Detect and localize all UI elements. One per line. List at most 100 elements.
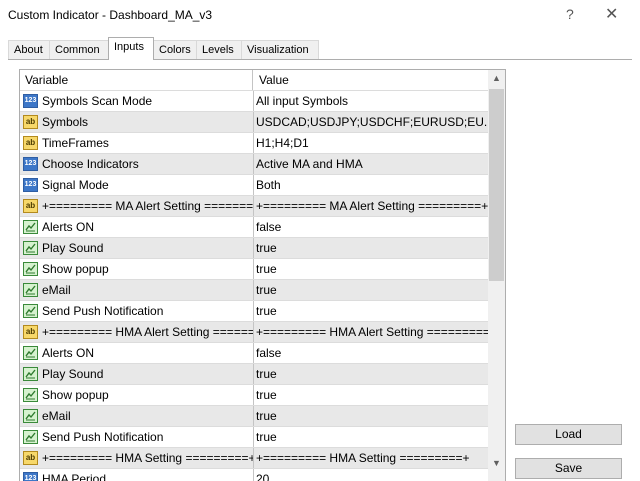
value-cell[interactable]: H1;H4;D1 xyxy=(254,133,488,154)
table-row[interactable]: Alerts ON false xyxy=(20,343,488,364)
table-row[interactable]: Alerts ON false xyxy=(20,217,488,238)
numeric-icon: 123 xyxy=(23,178,38,192)
value-cell[interactable]: +========= HMA Alert Setting =========+ xyxy=(254,322,488,343)
tab-about[interactable]: About xyxy=(8,40,50,59)
save-button[interactable]: Save xyxy=(515,458,622,479)
numeric-icon: 123 xyxy=(23,94,38,108)
variable-cell: Send Push Notification xyxy=(20,301,254,322)
variable-cell: ab +========= HMA Alert Setting ======... xyxy=(20,322,254,343)
variable-cell: ab +========= MA Alert Setting =======... xyxy=(20,196,254,217)
variable-label: Choose Indicators xyxy=(42,157,139,171)
variable-cell: 123 Symbols Scan Mode xyxy=(20,91,254,112)
table-row[interactable]: 123 HMA Period 20 xyxy=(20,469,488,481)
variable-label: Play Sound xyxy=(42,367,104,381)
table-row[interactable]: Send Push Notification true xyxy=(20,301,488,322)
variable-label: +========= HMA Setting =========+ xyxy=(42,451,254,465)
table-row[interactable]: Show popup true xyxy=(20,385,488,406)
header-variable[interactable]: Variable xyxy=(20,70,253,91)
variable-label: Alerts ON xyxy=(42,346,95,360)
table-row[interactable]: eMail true xyxy=(20,406,488,427)
tab-inputs[interactable]: Inputs xyxy=(108,37,154,60)
value-cell[interactable]: All input Symbols xyxy=(254,91,488,112)
tab-common[interactable]: Common xyxy=(49,40,109,59)
variable-label: Play Sound xyxy=(42,241,104,255)
scroll-down-icon[interactable]: ▼ xyxy=(488,455,505,472)
variable-label: Send Push Notification xyxy=(42,304,164,318)
variable-cell: Send Push Notification xyxy=(20,427,254,448)
table-row[interactable]: 123 Symbols Scan Mode All input Symbols xyxy=(20,91,488,112)
value-cell[interactable]: true xyxy=(254,259,488,280)
variable-cell: eMail xyxy=(20,406,254,427)
string-icon: ab xyxy=(23,115,38,129)
table-row[interactable]: eMail true xyxy=(20,280,488,301)
value-cell[interactable]: Active MA and HMA xyxy=(254,154,488,175)
value-cell[interactable]: true xyxy=(254,385,488,406)
variable-label: eMail xyxy=(42,409,71,423)
variable-label: Symbols xyxy=(42,115,89,129)
bool-icon xyxy=(23,346,38,360)
scroll-up-icon[interactable]: ▲ xyxy=(488,70,505,87)
variable-label: Alerts ON xyxy=(42,220,95,234)
value-cell[interactable]: true xyxy=(254,406,488,427)
table-row[interactable]: Play Sound true xyxy=(20,364,488,385)
string-icon: ab xyxy=(23,325,38,339)
table-row[interactable]: ab +========= MA Alert Setting =======...… xyxy=(20,196,488,217)
bool-icon xyxy=(23,262,38,276)
variable-cell: 123 Choose Indicators xyxy=(20,154,254,175)
tab-visualization[interactable]: Visualization xyxy=(241,40,319,59)
header-value[interactable]: Value xyxy=(254,70,488,91)
grid-header: Variable Value xyxy=(20,70,488,91)
table-row[interactable]: 123 Signal Mode Both xyxy=(20,175,488,196)
value-cell[interactable]: USDCAD;USDJPY;USDCHF;EURUSD;EU... xyxy=(254,112,488,133)
value-cell[interactable]: 20 xyxy=(254,469,488,481)
value-cell[interactable]: false xyxy=(254,343,488,364)
variable-cell: 123 HMA Period xyxy=(20,469,254,481)
string-icon: ab xyxy=(23,451,38,465)
variable-cell: Play Sound xyxy=(20,364,254,385)
table-row[interactable]: ab Symbols USDCAD;USDJPY;USDCHF;EURUSD;EU.… xyxy=(20,112,488,133)
variable-label: Show popup xyxy=(42,388,109,402)
bool-icon xyxy=(23,283,38,297)
variable-label: +========= HMA Alert Setting ======... xyxy=(42,325,254,339)
table-row[interactable]: 123 Choose Indicators Active MA and HMA xyxy=(20,154,488,175)
value-cell[interactable]: true xyxy=(254,427,488,448)
variable-cell: Alerts ON xyxy=(20,343,254,364)
variable-label: Send Push Notification xyxy=(42,430,164,444)
vertical-scrollbar[interactable]: ▲ ▼ xyxy=(488,70,505,481)
load-button[interactable]: Load xyxy=(515,424,622,445)
variable-label: HMA Period xyxy=(42,472,107,481)
variable-cell: Show popup xyxy=(20,385,254,406)
tab-colors[interactable]: Colors xyxy=(153,40,197,59)
numeric-icon: 123 xyxy=(23,157,38,171)
table-row[interactable]: ab +========= HMA Alert Setting ======...… xyxy=(20,322,488,343)
value-cell[interactable]: +========= MA Alert Setting =========+ xyxy=(254,196,488,217)
value-cell[interactable]: true xyxy=(254,280,488,301)
value-cell[interactable]: false xyxy=(254,217,488,238)
value-cell[interactable]: true xyxy=(254,301,488,322)
bool-icon xyxy=(23,409,38,423)
variable-cell: eMail xyxy=(20,280,254,301)
variable-label: +========= MA Alert Setting =======... xyxy=(42,199,254,213)
variable-cell: ab TimeFrames xyxy=(20,133,254,154)
value-cell[interactable]: Both xyxy=(254,175,488,196)
inputs-grid: Variable Value 123 Symbols Scan Mode All i… xyxy=(19,69,506,481)
help-button[interactable]: ? xyxy=(566,6,574,22)
tab-levels[interactable]: Levels xyxy=(196,40,242,59)
table-row[interactable]: Show popup true xyxy=(20,259,488,280)
value-cell[interactable]: +========= HMA Setting =========+ xyxy=(254,448,488,469)
table-row[interactable]: Play Sound true xyxy=(20,238,488,259)
value-cell[interactable]: true xyxy=(254,364,488,385)
variable-label: Signal Mode xyxy=(42,178,109,192)
table-row[interactable]: Send Push Notification true xyxy=(20,427,488,448)
table-row[interactable]: ab TimeFrames H1;H4;D1 xyxy=(20,133,488,154)
variable-cell: Play Sound xyxy=(20,238,254,259)
bool-icon xyxy=(23,388,38,402)
variable-cell: ab +========= HMA Setting =========+ xyxy=(20,448,254,469)
string-icon: ab xyxy=(23,136,38,150)
close-button[interactable]: ✕ xyxy=(605,4,618,24)
table-row[interactable]: ab +========= HMA Setting =========+ +====… xyxy=(20,448,488,469)
variable-label: TimeFrames xyxy=(42,136,109,150)
value-cell[interactable]: true xyxy=(254,238,488,259)
scroll-thumb[interactable] xyxy=(489,89,504,281)
bool-icon xyxy=(23,367,38,381)
